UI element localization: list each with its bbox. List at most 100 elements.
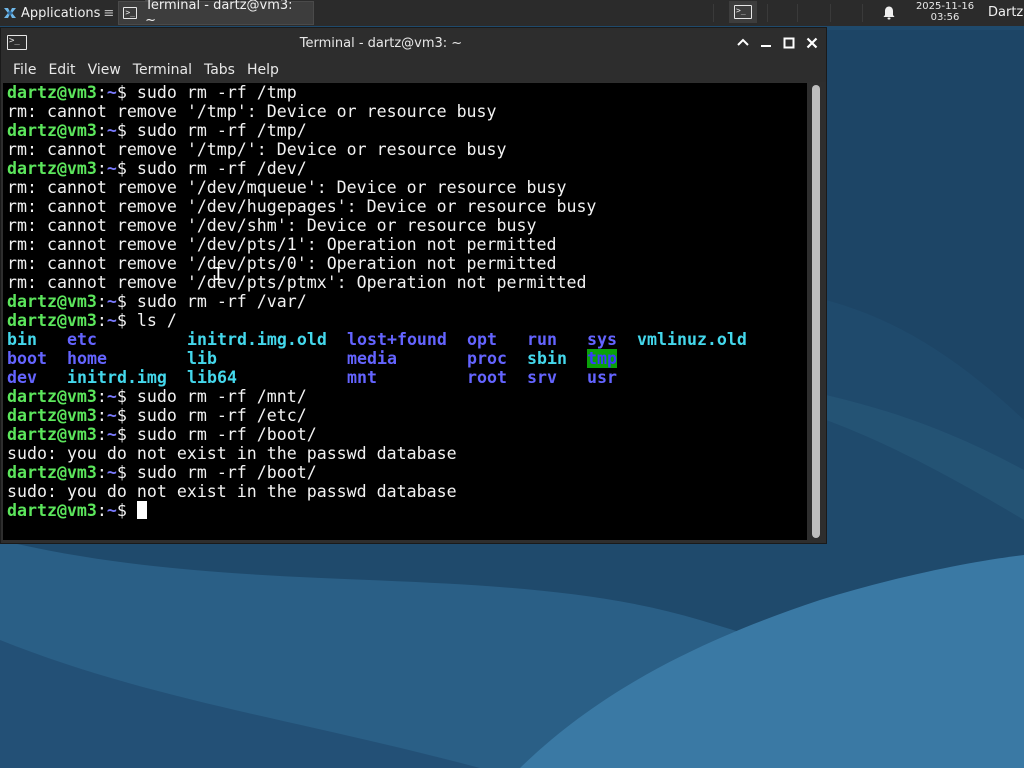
command-text: sudo rm -rf /tmp [136, 83, 297, 102]
menu-view[interactable]: View [82, 62, 127, 78]
menu-tabs[interactable]: Tabs [198, 62, 241, 78]
ls-entry-sbin: sbin [527, 349, 567, 368]
output-line: rm: cannot remove '/tmp': Device or reso… [7, 102, 596, 121]
prompt-user-host: dartz@vm3 [7, 159, 97, 178]
menu-file[interactable]: File [7, 62, 42, 78]
prompt-sigil: $ [116, 387, 137, 406]
window-maximize-button[interactable] [780, 34, 798, 52]
terminal-scrollbar[interactable] [808, 83, 824, 540]
ls-entry-etc: etc [67, 330, 97, 349]
menu-terminal[interactable]: Terminal [127, 62, 198, 78]
command-text: sudo rm -rf /mnt/ [136, 387, 307, 406]
prompt-separator: : [96, 311, 107, 330]
output-line: rm: cannot remove '/dev/mqueue': Device … [7, 178, 596, 197]
menu-edit[interactable]: Edit [42, 62, 81, 78]
mouse-ibeam-cursor-icon: I [213, 264, 224, 285]
output-line: sudo: you do not exist in the passwd dat… [7, 482, 596, 501]
prompt-user-host: dartz@vm3 [7, 121, 97, 140]
ls-entry-initrd-img-old: initrd.img.old [187, 330, 327, 349]
command-line: dartz@vm3:~$ sudo rm -rf /tmp/ [7, 121, 596, 140]
output-text: rm: cannot remove '/dev/pts/0': Operatio… [7, 254, 557, 273]
prompt-sigil: $ [116, 83, 137, 102]
panel-separator [767, 4, 768, 22]
terminal-output[interactable]: dartz@vm3:~$ sudo rm -rf /tmp rm: cannot … [3, 83, 807, 540]
prompt-user-host: dartz@vm3 [7, 425, 97, 444]
taskbar-terminal-button[interactable]: >_ Terminal - dartz@vm3: ~ [118, 0, 315, 28]
prompt-user-host: dartz@vm3 [7, 463, 97, 482]
prompt-user-host: dartz@vm3 [7, 292, 97, 311]
taskbar-terminal-label: Terminal - dartz@vm3: ~ [145, 0, 293, 28]
window-minimize-button[interactable] [757, 34, 775, 52]
prompt-separator: : [96, 83, 107, 102]
prompt-user-host: dartz@vm3 [7, 311, 97, 330]
prompt-path: ~ [106, 292, 117, 311]
ls-entry-home: home [67, 349, 107, 368]
window-titlebar[interactable]: >_ Terminal - dartz@vm3: ~ [1, 28, 826, 58]
panel-clock[interactable]: 2025-11-16 03:56 [906, 1, 984, 23]
ls-entry-vmlinuz-old: vmlinuz.old [637, 330, 747, 349]
prompt-sigil: $ [116, 406, 137, 425]
command-text: ls / [136, 311, 177, 330]
prompt-sigil: $ [116, 311, 137, 330]
prompt-sigil: $ [116, 501, 137, 520]
text-cursor [136, 501, 147, 519]
ls-entry-boot: boot [7, 349, 47, 368]
terminal-lines: dartz@vm3:~$ sudo rm -rf /tmp rm: cannot … [7, 83, 747, 520]
prompt-user-host: dartz@vm3 [7, 387, 97, 406]
prompt-separator: : [96, 159, 107, 178]
output-text: rm: cannot remove '/dev/pts/1': Operatio… [7, 235, 557, 254]
xfce-logo-icon [4, 8, 16, 18]
output-text: rm: cannot remove '/dev/hugepages': Devi… [7, 197, 597, 216]
output-text: rm: cannot remove '/dev/shm': Device or … [7, 216, 537, 235]
applications-suffix: ≡ [103, 5, 115, 21]
ls-output-grid: bin etc initrd.img.old lost+found opt run sys v… [7, 330, 747, 387]
output-text: rm: cannot remove '/tmp/': Device or res… [7, 140, 507, 159]
prompt-path: ~ [106, 83, 117, 102]
prompt-user-host: dartz@vm3 [7, 83, 97, 102]
prompt-sigil: $ [116, 159, 137, 178]
terminal-launcher-button[interactable]: >_ [729, 1, 757, 23]
output-line: rm: cannot remove '/dev/pts/ptmx': Opera… [7, 273, 596, 292]
minimize-icon [761, 45, 771, 47]
output-line: rm: cannot remove '/dev/pts/0': Operatio… [7, 254, 596, 273]
prompt-separator: : [96, 387, 107, 406]
notification-bell-icon[interactable] [881, 5, 897, 21]
ls-entry-lib: lib [187, 349, 217, 368]
output-line: sudo: you do not exist in the passwd dat… [7, 444, 596, 463]
menu-help[interactable]: Help [241, 62, 285, 78]
clock-date: 2025-11-16 [915, 1, 975, 12]
chevron-up-icon [737, 38, 749, 46]
output-line: rm: cannot remove '/dev/pts/1': Operatio… [7, 235, 596, 254]
top-panel: Applications ≡ >_ Terminal - dartz@vm3: … [0, 0, 1024, 28]
applications-menu-button[interactable]: Applications ≡ [0, 0, 114, 26]
command-text: sudo rm -rf /dev/ [136, 159, 307, 178]
prompt-sigil: $ [116, 425, 137, 444]
prompt-path: ~ [106, 311, 117, 330]
output-line: rm: cannot remove '/dev/hugepages': Devi… [7, 197, 596, 216]
command-line: dartz@vm3:~$ sudo rm -rf /mnt/ [7, 387, 596, 406]
output-line: rm: cannot remove '/tmp/': Device or res… [7, 140, 596, 159]
prompt-separator: : [96, 425, 107, 444]
command-line: dartz@vm3:~$ sudo rm -rf /etc/ [7, 406, 596, 425]
ls-entry-usr: usr [587, 368, 617, 387]
ls-entry-mnt: mnt [347, 368, 377, 387]
ls-entry-proc: proc [467, 349, 507, 368]
command-line: dartz@vm3:~$ sudo rm -rf /boot/ [7, 425, 596, 444]
command-line: dartz@vm3:~$ sudo rm -rf /tmp [7, 83, 596, 102]
ls-entry-root: root [467, 368, 507, 387]
scrollbar-thumb[interactable] [812, 85, 820, 538]
prompt-separator: : [96, 463, 107, 482]
command-line: dartz@vm3:~$ sudo rm -rf /dev/ [7, 159, 596, 178]
ls-entry-media: media [347, 349, 397, 368]
window-close-button[interactable] [803, 34, 821, 52]
user-menu-button[interactable]: Dartz [988, 5, 1023, 20]
ls-entry-tmp: tmp [587, 349, 617, 368]
prompt-separator: : [96, 121, 107, 140]
panel-separator [862, 4, 863, 22]
prompt-path: ~ [106, 159, 117, 178]
prompt-user-host: dartz@vm3 [7, 501, 97, 520]
ls-entry-lib64: lib64 [187, 368, 237, 387]
window-shade-button[interactable] [734, 34, 752, 52]
prompt-path: ~ [106, 501, 117, 520]
terminal-launcher-icon: >_ [734, 5, 752, 19]
